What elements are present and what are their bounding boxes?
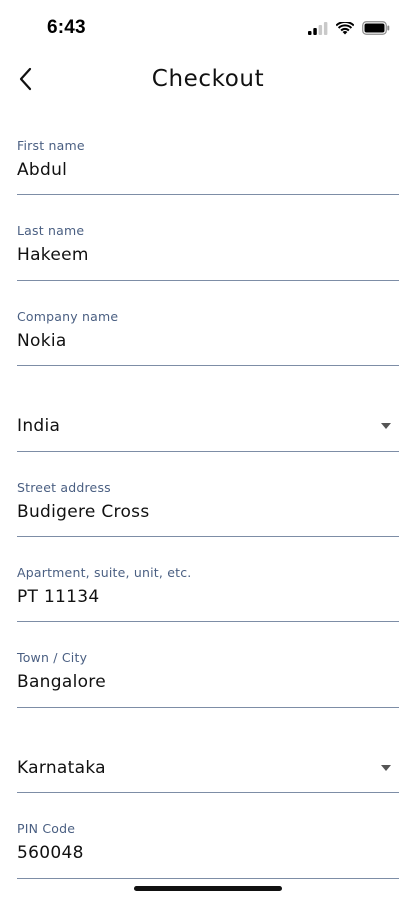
apartment-label: Apartment, suite, unit, etc.	[17, 564, 192, 580]
last-name-label: Last name	[17, 223, 85, 239]
company-name-field: Company name	[17, 281, 399, 367]
company-name-label: Company name	[17, 308, 119, 324]
apartment-input[interactable]	[17, 586, 399, 607]
country-select[interactable]: India	[17, 366, 399, 452]
town-city-field: Town / City	[17, 622, 399, 708]
status-time: 6:43	[47, 17, 86, 38]
checkout-screen: 6:43 Checkout First name Abdul Last name…	[0, 0, 416, 900]
status-bar: 6:43	[0, 0, 416, 56]
wifi-icon	[335, 20, 355, 39]
pin-code-label: PIN Code	[17, 821, 76, 837]
last-name-field: Last name	[17, 195, 399, 281]
header: Checkout	[0, 56, 416, 106]
apartment-field: Apartment, suite, unit, etc.	[17, 537, 399, 623]
dropdown-arrow-icon	[381, 764, 391, 771]
first-name-label: First name	[17, 138, 85, 153]
first-name-field: First name	[17, 110, 399, 196]
pin-code-input[interactable]	[17, 843, 399, 864]
home-indicator[interactable]	[134, 886, 282, 891]
dropdown-arrow-icon	[381, 423, 391, 430]
battery-icon	[362, 20, 390, 39]
street-address-field: Street address	[17, 452, 399, 537]
pin-code-field: PIN Code	[17, 793, 399, 879]
town-city-label: Town / City	[17, 650, 88, 666]
first-name-input[interactable]	[17, 160, 399, 180]
cellular-signal-icon	[308, 20, 328, 39]
status-icons	[308, 20, 390, 39]
last-name-input[interactable]	[17, 245, 399, 266]
country-selected-value: India	[17, 416, 61, 437]
town-city-input[interactable]	[17, 672, 399, 693]
checkout-form: First name Last name Company name India …	[17, 110, 399, 879]
state-select[interactable]: Karnataka	[17, 708, 399, 794]
company-name-input[interactable]	[17, 330, 399, 351]
street-address-label: Street address	[17, 479, 111, 495]
street-address-input[interactable]	[17, 501, 399, 522]
state-selected-value: Karnataka	[17, 757, 106, 778]
page-title: Checkout	[151, 66, 265, 92]
